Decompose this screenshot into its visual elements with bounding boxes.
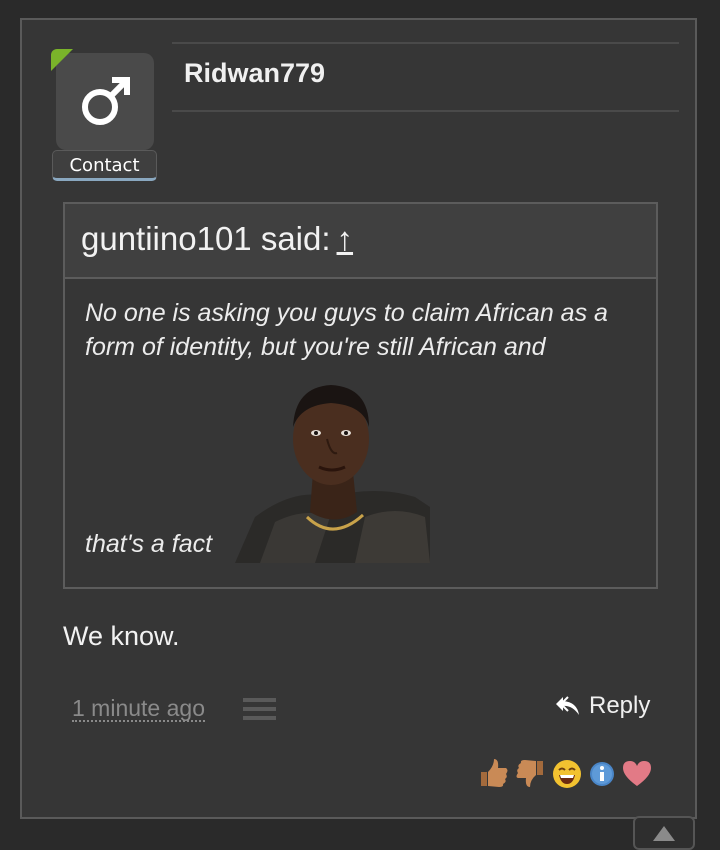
reply-button[interactable]: Reply	[555, 692, 650, 720]
quote-author: guntiino101 said:	[81, 220, 331, 257]
like-icon[interactable]	[477, 756, 510, 790]
contact-button[interactable]: Contact	[52, 150, 157, 181]
forum-post: Contact Ridwan779 guntiino101 said: ↑ No …	[20, 18, 697, 819]
quote-block: guntiino101 said: ↑ No one is asking you …	[63, 202, 658, 589]
jump-to-quote-icon[interactable]: ↑	[337, 220, 354, 257]
avatar[interactable]	[51, 49, 154, 150]
love-icon[interactable]	[620, 756, 654, 790]
reply-label: Reply	[589, 692, 651, 719]
quote-header: guntiino101 said: ↑	[65, 204, 656, 279]
reaction-gif-image	[235, 367, 430, 563]
reaction-bar	[477, 756, 654, 790]
post-timestamp[interactable]: 1 minute ago	[72, 696, 205, 722]
laugh-icon[interactable]	[551, 756, 584, 790]
scroll-to-top-button[interactable]	[633, 816, 695, 850]
dislike-icon[interactable]	[514, 756, 547, 790]
quote-text: No one is asking you guys to claim Afric…	[85, 299, 608, 361]
menu-icon[interactable]	[243, 698, 276, 720]
online-indicator	[51, 49, 73, 71]
post-message: We know.	[63, 621, 180, 651]
quote-text-tail: that's a fact	[85, 530, 213, 558]
username[interactable]: Ridwan779	[184, 58, 325, 89]
reply-icon	[556, 696, 579, 715]
info-icon[interactable]	[588, 756, 616, 790]
user-header: Ridwan779	[172, 42, 679, 112]
